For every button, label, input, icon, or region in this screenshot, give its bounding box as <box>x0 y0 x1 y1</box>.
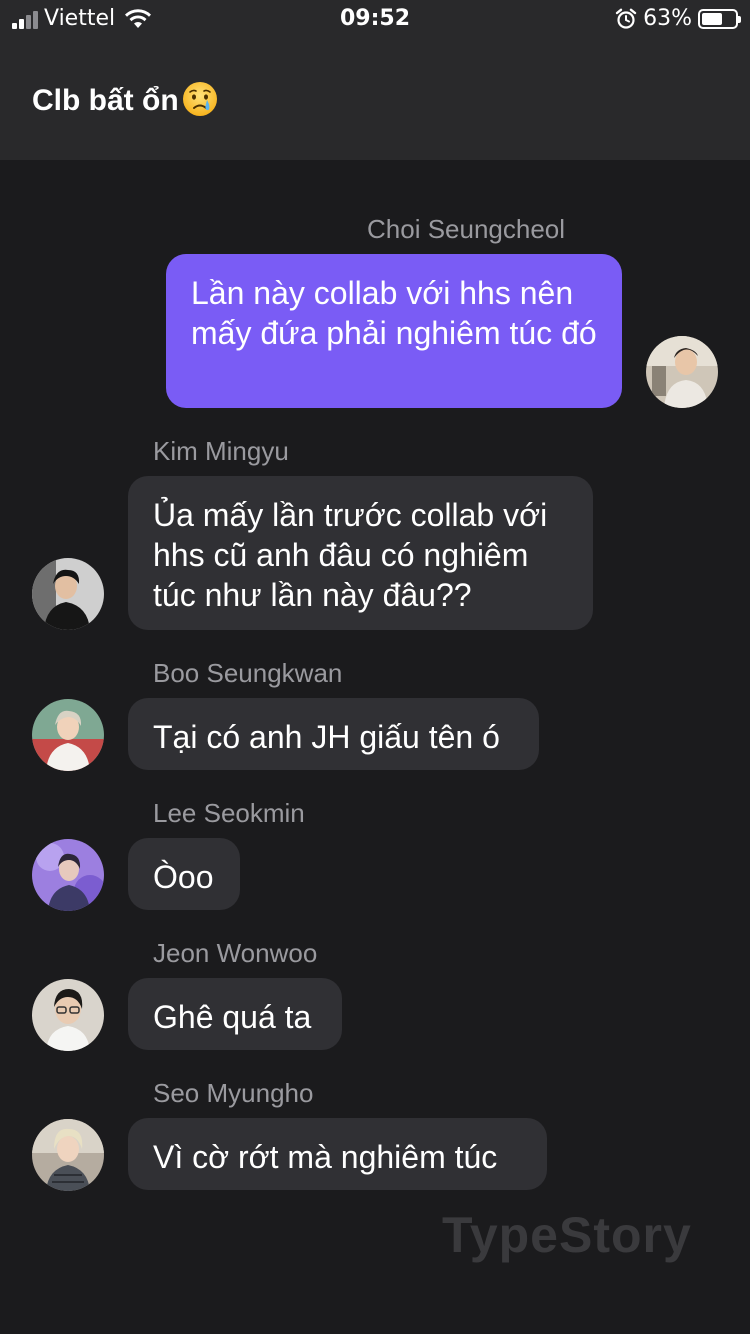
message-sender-name: Seo Myungho <box>153 1078 314 1108</box>
status-bar: Viettel 09:52 63% <box>0 0 750 40</box>
battery-percent: 63% <box>643 6 692 31</box>
watermark-logo: TypeStory <box>442 1207 692 1263</box>
chat-header: Clb bất ổn <box>0 40 750 160</box>
incoming-message-bubble[interactable]: Òoo <box>128 838 240 910</box>
status-left: Viettel <box>12 6 153 31</box>
wifi-icon <box>125 8 152 28</box>
outgoing-message-bubble[interactable]: Lần này collab với hhs nên mấy đứa phải … <box>166 254 622 408</box>
message-sender-name: Choi Seungcheol <box>367 214 566 244</box>
status-right: 63% <box>615 6 741 31</box>
signal-icon <box>12 9 38 29</box>
incoming-message-bubble[interactable]: Ghê quá ta <box>128 978 342 1050</box>
chat-title: Clb bất ổn <box>32 80 219 118</box>
avatar[interactable] <box>646 336 718 408</box>
alarm-icon <box>615 8 637 29</box>
avatar[interactable] <box>32 979 104 1051</box>
message-sender-name: Kim Mingyu <box>153 436 289 466</box>
avatar[interactable] <box>32 558 104 630</box>
message-sender-name: Boo Seungkwan <box>153 658 343 688</box>
battery-level-fill <box>702 12 722 25</box>
incoming-message-bubble[interactable]: Tại có anh JH giấu tên ó <box>128 698 539 770</box>
message-sender-name: Jeon Wonwoo <box>153 938 318 968</box>
crying-face-emoji-icon <box>182 82 217 116</box>
chat-title-text: Clb bất ổn <box>32 84 179 117</box>
incoming-message-bubble[interactable]: Vì cờ rớt mà nghiêm túc <box>128 1118 547 1190</box>
carrier-name: Viettel <box>44 6 116 31</box>
avatar[interactable] <box>32 699 104 771</box>
chat-message-list[interactable]: Choi Seungcheol Lần này collab với hhs n… <box>0 160 750 1334</box>
avatar[interactable] <box>32 1119 104 1191</box>
battery-icon <box>698 8 741 29</box>
message-sender-name: Lee Seokmin <box>153 798 305 828</box>
incoming-message-bubble[interactable]: Ủa mấy lần trước collab với hhs cũ anh đ… <box>128 476 593 630</box>
avatar[interactable] <box>32 839 104 911</box>
